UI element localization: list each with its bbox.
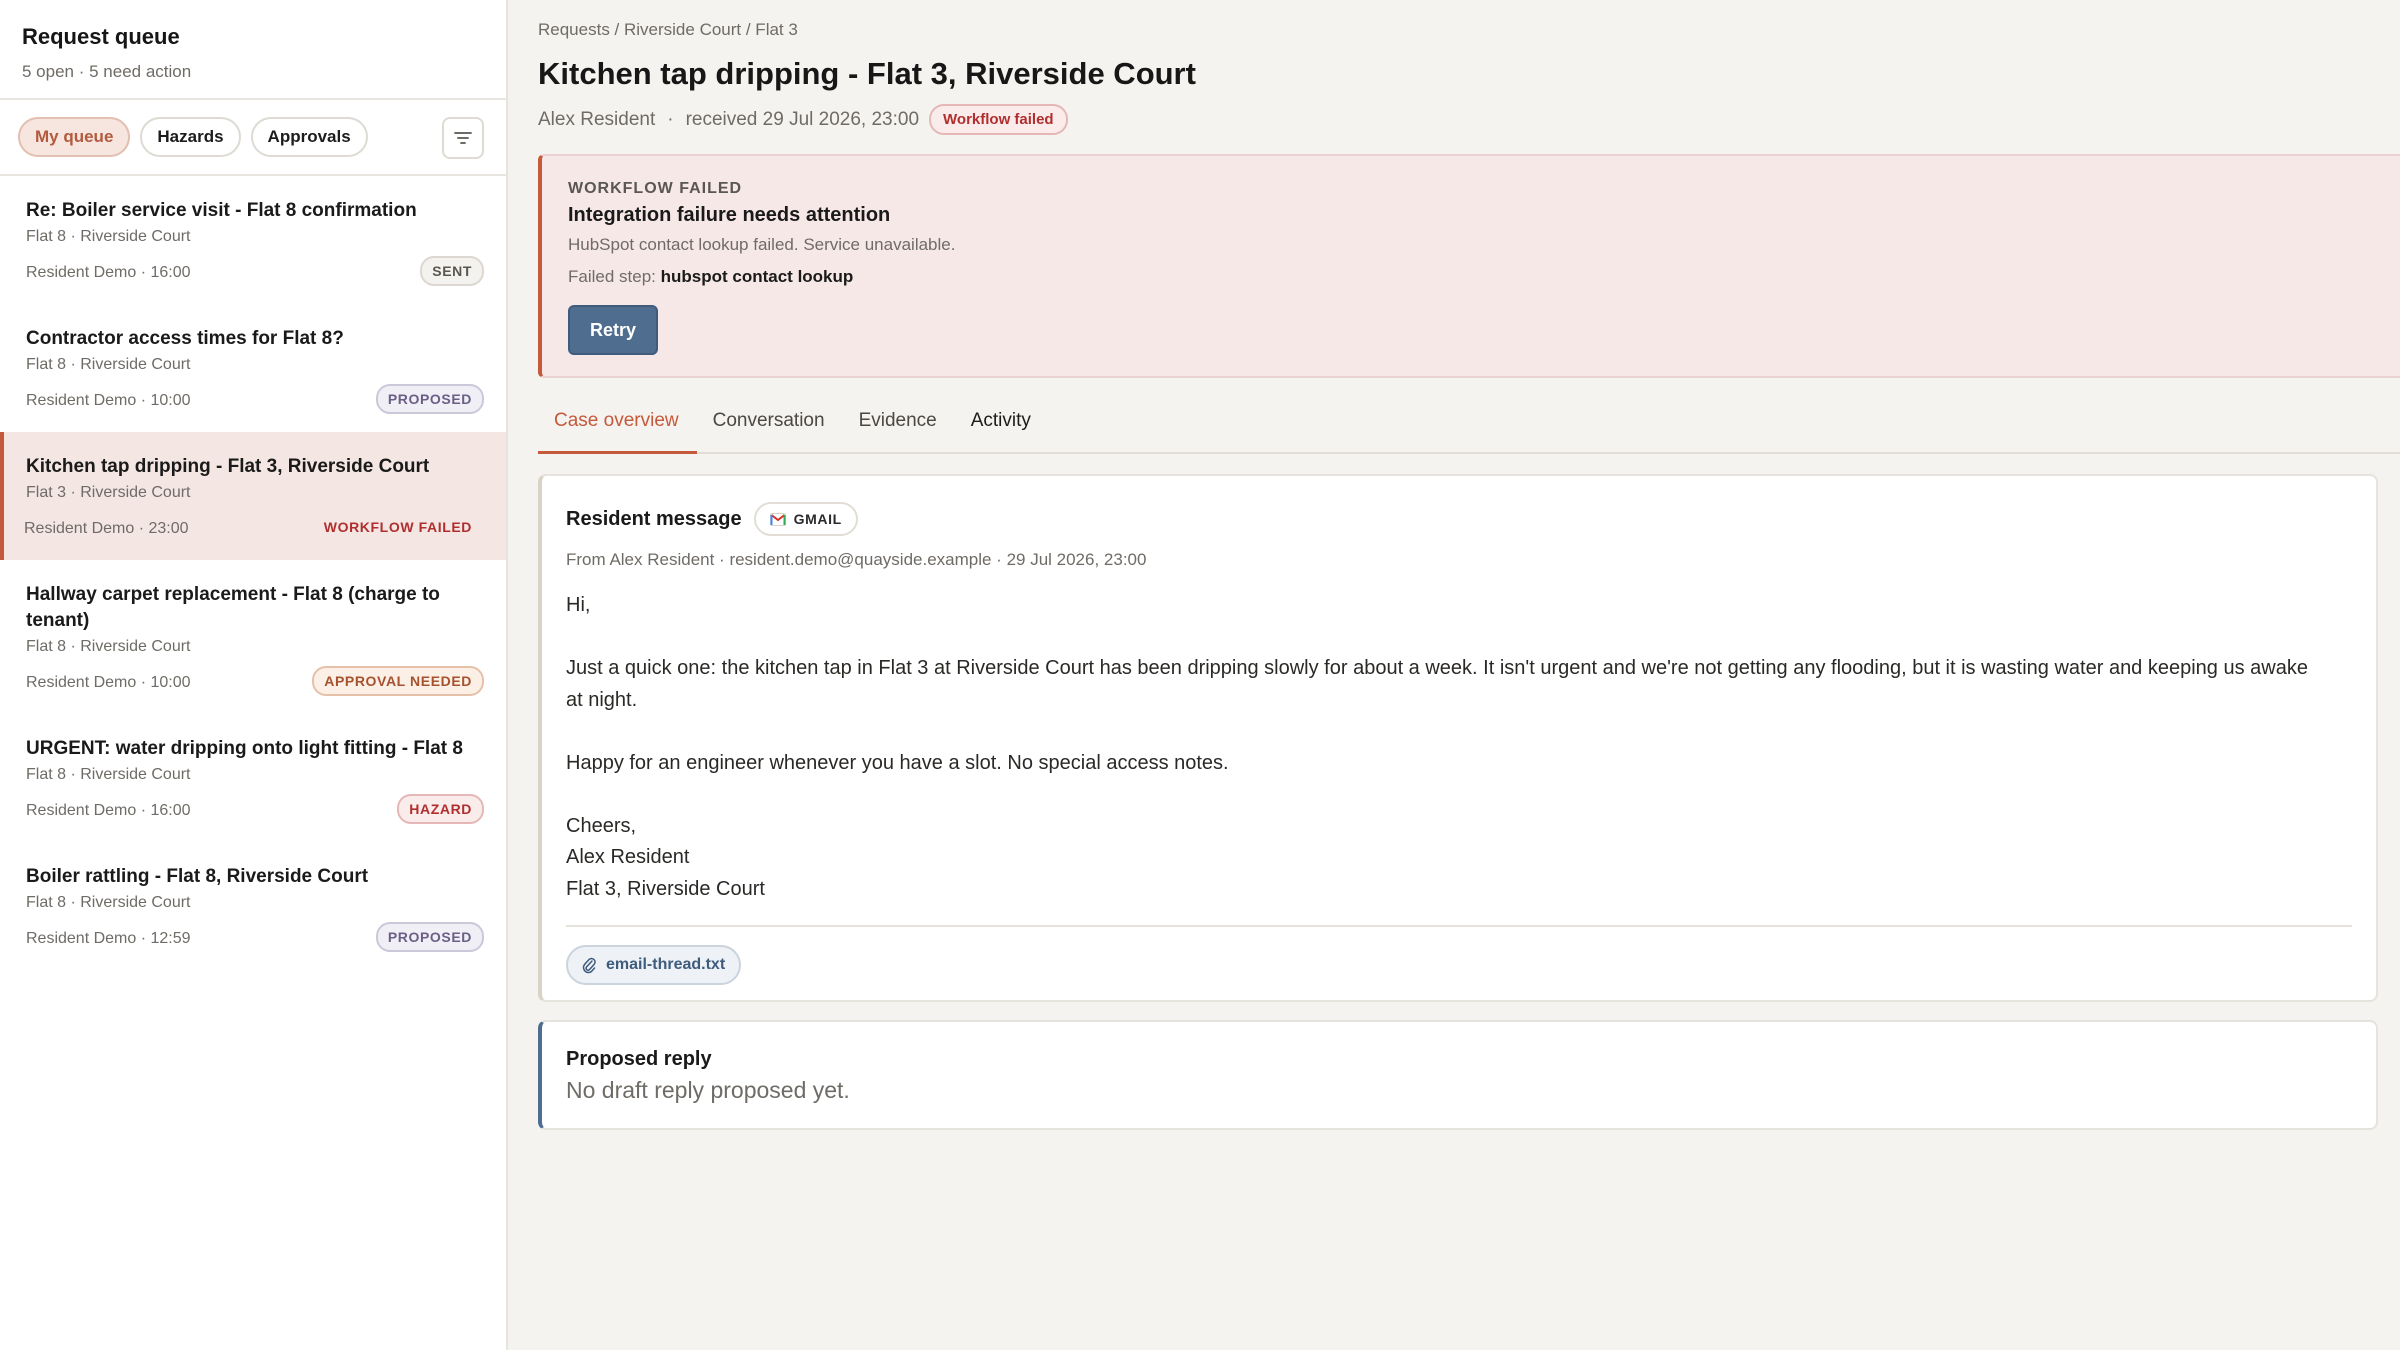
divider	[566, 925, 2352, 927]
filter-icon	[454, 132, 472, 144]
failed-step: Failed step: hubspot contact lookup	[568, 267, 2374, 287]
queue-item-title: Kitchen tap dripping - Flat 3, Riverside…	[26, 456, 430, 477]
retry-button[interactable]: Retry	[568, 305, 658, 355]
queue-item[interactable]: Re: Boiler service visit - Flat 8 confir…	[0, 176, 506, 304]
queue-filters: My queue Hazards Approvals	[0, 100, 506, 176]
message-body: Hi, Just a quick one: the kitchen tap in…	[566, 594, 2308, 900]
queue-item-title: Re: Boiler service visit - Flat 8 confir…	[26, 200, 417, 221]
status-badge: PROPOSED	[375, 384, 484, 414]
message-from: From Alex Resident · resident.demo@quays…	[566, 550, 1147, 569]
queue-item-location: Flat 8 · Riverside Court	[26, 894, 191, 911]
message-header: Resident message GMAIL	[566, 502, 2352, 536]
request-queue-sidebar: Request queue 5 open · 5 need action My …	[0, 0, 508, 1350]
filter-my-queue[interactable]: My queue	[18, 117, 131, 157]
queue-item-title: Contractor access times for Flat 8?	[26, 328, 344, 349]
paperclip-icon	[582, 957, 596, 974]
queue-item-location: Flat 8 · Riverside Court	[26, 228, 191, 245]
sidebar-title: Request queue	[22, 24, 180, 49]
queue-item-meta: Resident Demo · 10:00	[26, 392, 191, 409]
alert-title: Integration failure needs attention	[568, 204, 891, 226]
queue-item-title: URGENT: water dripping onto light fittin…	[26, 738, 463, 759]
queue-item-location: Flat 8 · Riverside Court	[26, 356, 191, 373]
attachment-chip[interactable]: email-thread.txt	[566, 945, 742, 985]
case-meta: Alex Resident · received 29 Jul 2026, 23…	[538, 104, 1068, 135]
queue-item-title: Boiler rattling - Flat 8, Riverside Cour…	[26, 866, 369, 887]
queue-item-meta: Resident Demo · 16:00	[26, 802, 191, 819]
proposed-reply-title: Proposed reply	[566, 1048, 712, 1070]
status-badge: SENT	[420, 256, 484, 286]
queue-item[interactable]: URGENT: water dripping onto light fittin…	[0, 714, 506, 842]
filter-approvals[interactable]: Approvals	[250, 117, 368, 157]
received-timestamp: received 29 Jul 2026, 23:00	[685, 108, 920, 130]
alert-kicker: WORKFLOW FAILED	[568, 180, 743, 197]
queue-item[interactable]: Contractor access times for Flat 8? Flat…	[0, 304, 506, 432]
queue-item-selected[interactable]: Kitchen tap dripping - Flat 3, Riverside…	[0, 432, 506, 560]
queue-item-meta: Resident Demo · 12:59	[26, 930, 191, 947]
failed-step-label: Failed step:	[568, 267, 656, 286]
queue-item[interactable]: Boiler rattling - Flat 8, Riverside Cour…	[0, 842, 506, 970]
resident-name: Alex Resident	[538, 108, 656, 130]
attachment-name: email-thread.txt	[606, 956, 726, 973]
queue-item-meta: Resident Demo · 10:00	[26, 674, 191, 691]
workflow-status-badge: Workflow failed	[929, 104, 1068, 135]
proposed-reply-card: Proposed reply No draft reply proposed y…	[538, 1020, 2378, 1130]
tab-case-overview[interactable]: Case overview	[538, 400, 697, 454]
queue-item-location: Flat 8 · Riverside Court	[26, 766, 191, 783]
resident-message-card: Resident message GMAIL From Alex Residen…	[538, 474, 2378, 1002]
breadcrumb[interactable]: Requests / Riverside Court / Flat 3	[538, 20, 798, 40]
proposed-reply-text: No draft reply proposed yet.	[566, 1077, 850, 1103]
failed-step-value: hubspot contact lookup	[660, 267, 854, 286]
queue-item-meta: Resident Demo · 23:00	[24, 520, 189, 537]
status-badge: WORKFLOW FAILED	[323, 519, 472, 535]
case-tabs: Case overview Conversation Evidence Acti…	[538, 400, 2400, 454]
queue-list: Re: Boiler service visit - Flat 8 confir…	[0, 176, 506, 970]
queue-item-location: Flat 8 · Riverside Court	[26, 638, 191, 655]
sidebar-header: Request queue 5 open · 5 need action	[0, 0, 506, 100]
tab-conversation[interactable]: Conversation	[697, 400, 843, 454]
source-badge: GMAIL	[753, 502, 858, 536]
alert-description: HubSpot contact lookup failed. Service u…	[568, 235, 956, 254]
queue-item[interactable]: Hallway carpet replacement - Flat 8 (cha…	[0, 560, 506, 714]
status-badge: APPROVAL NEEDED	[312, 666, 484, 696]
separator-dot: ·	[667, 108, 674, 130]
status-badge: PROPOSED	[375, 922, 484, 952]
queue-item-meta: Resident Demo · 16:00	[26, 264, 191, 281]
page-title: Kitchen tap dripping - Flat 3, Riverside…	[538, 56, 1196, 91]
sidebar-subtitle: 5 open · 5 need action	[22, 62, 192, 81]
gmail-icon	[769, 512, 786, 526]
case-detail-panel: Requests / Riverside Court / Flat 3 Kitc…	[510, 0, 2400, 1350]
queue-item-title: Hallway carpet replacement - Flat 8 (cha…	[26, 584, 440, 631]
filter-hazards[interactable]: Hazards	[140, 117, 241, 157]
queue-item-location: Flat 3 · Riverside Court	[26, 484, 191, 501]
filter-options-button[interactable]	[442, 117, 484, 159]
status-badge: HAZARD	[397, 794, 484, 824]
source-label: GMAIL	[793, 511, 842, 527]
workflow-failed-alert: WORKFLOW FAILED Integration failure need…	[538, 154, 2400, 378]
message-label: Resident message	[566, 507, 742, 530]
tab-activity[interactable]: Activity	[955, 400, 1049, 454]
tab-evidence[interactable]: Evidence	[843, 400, 955, 454]
